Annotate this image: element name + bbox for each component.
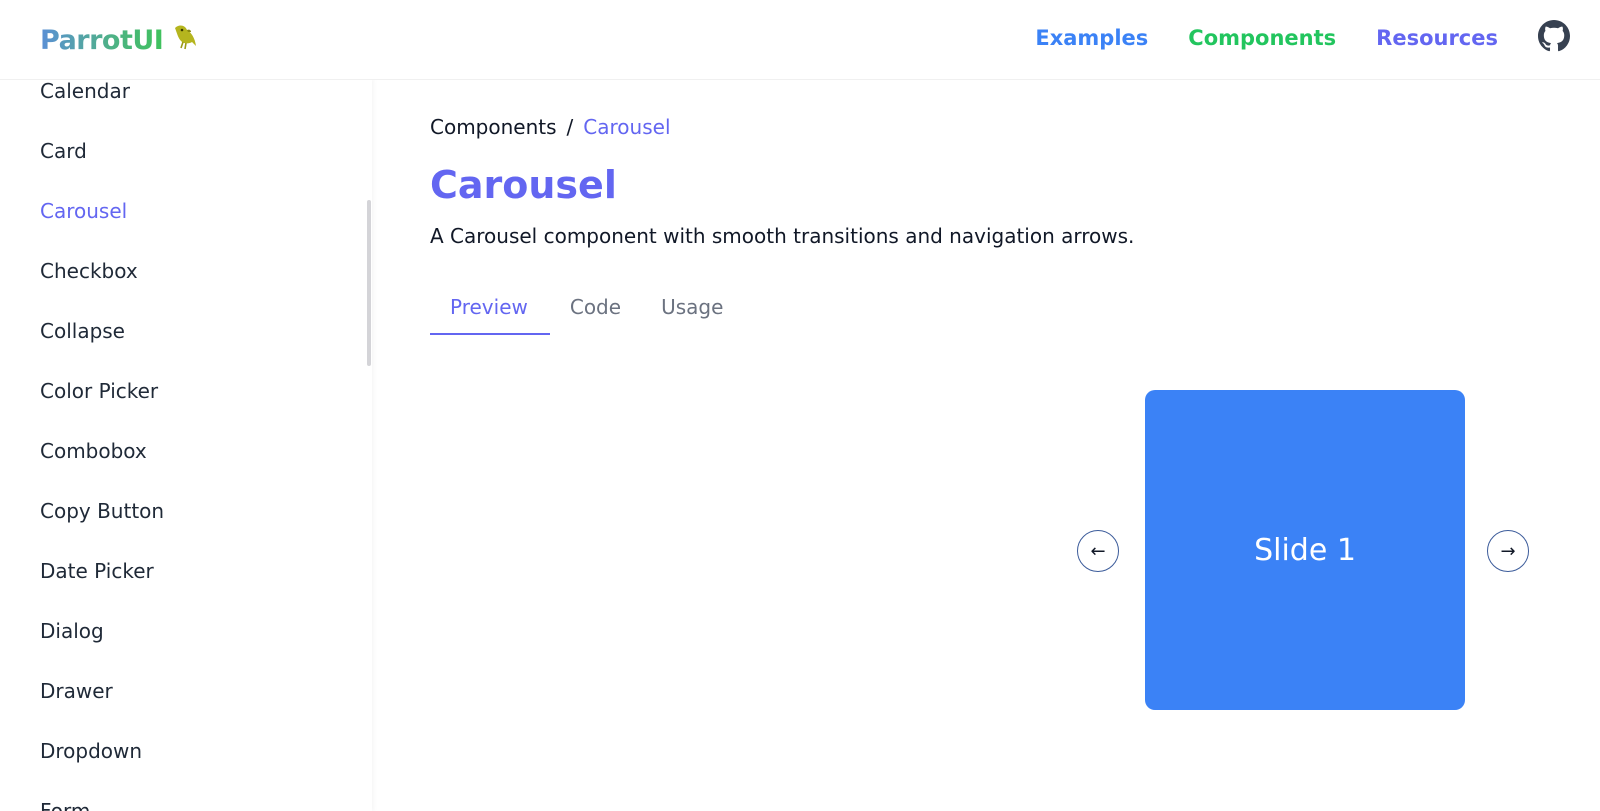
tab-bar: Preview Code Usage [430,281,743,335]
sidebar-item-collapse[interactable]: Collapse [40,301,164,361]
arrow-left-icon: ← [1090,540,1106,562]
main-content: Components / Carousel Carousel A Carousel … [430,79,1570,811]
sidebar-item-form[interactable]: Form [40,781,164,811]
nav-link-examples[interactable]: Examples [1035,26,1148,50]
nav-link-components[interactable]: Components [1188,26,1336,50]
brand-name[interactable]: ParrotUI [40,25,164,56]
carousel-prev-button[interactable]: ← [1077,530,1119,572]
breadcrumb-root[interactable]: Components [430,115,557,139]
carousel-next-button[interactable]: → [1487,530,1529,572]
carousel-preview: ← Slide 1 → [760,390,1529,712]
top-navigation-bar: ParrotUI Examples Components Resources [0,0,1600,80]
slide-label: Slide 1 [1254,532,1356,568]
sidebar-item-dialog[interactable]: Dialog [40,601,164,661]
page-title: Carousel [430,163,617,207]
tab-preview[interactable]: Preview [430,281,550,335]
sidebar: Calendar Card Carousel Checkbox Collapse… [0,79,372,811]
github-icon[interactable] [1538,20,1570,56]
nav-link-resources[interactable]: Resources [1376,26,1498,50]
sidebar-item-color-picker[interactable]: Color Picker [40,361,164,421]
sidebar-item-combobox[interactable]: Combobox [40,421,164,481]
breadcrumb-current: Carousel [583,115,671,139]
sidebar-scrollbar[interactable] [367,200,371,366]
sidebar-item-copy-button[interactable]: Copy Button [40,481,164,541]
carousel-slide: Slide 1 [1145,390,1465,710]
arrow-right-icon: → [1500,540,1516,562]
sidebar-item-calendar[interactable]: Calendar [40,79,164,121]
parrot-icon [169,22,201,58]
breadcrumb: Components / Carousel [430,115,671,139]
main-nav: Examples Components Resources [1035,18,1570,58]
breadcrumb-separator: / [566,115,574,139]
sidebar-item-checkbox[interactable]: Checkbox [40,241,164,301]
page-description: A Carousel component with smooth transit… [430,224,1135,248]
tab-code[interactable]: Code [550,281,641,333]
brand-logo[interactable]: ParrotUI [40,20,201,60]
sidebar-item-dropdown[interactable]: Dropdown [40,721,164,781]
sidebar-item-date-picker[interactable]: Date Picker [40,541,164,601]
sidebar-component-list: Calendar Card Carousel Checkbox Collapse… [40,79,164,811]
sidebar-item-carousel[interactable]: Carousel [40,181,164,241]
sidebar-item-drawer[interactable]: Drawer [40,661,164,721]
sidebar-item-card[interactable]: Card [40,121,164,181]
tab-usage[interactable]: Usage [641,281,743,333]
